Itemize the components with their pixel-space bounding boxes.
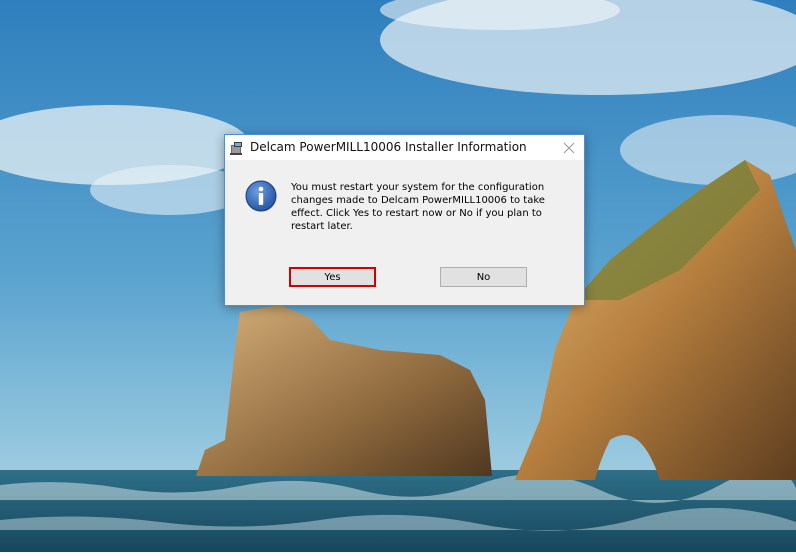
dialog-titlebar: Delcam PowerMILL10006 Installer Informat…: [225, 135, 584, 160]
close-button[interactable]: [554, 135, 584, 160]
yes-button[interactable]: Yes: [289, 267, 376, 287]
dialog-title: Delcam PowerMILL10006 Installer Informat…: [250, 140, 527, 154]
close-icon: [563, 142, 575, 153]
installer-dialog: Delcam PowerMILL10006 Installer Informat…: [224, 134, 585, 306]
dialog-message: You must restart your system for the con…: [291, 182, 545, 232]
installer-icon: [229, 140, 245, 156]
info-icon: [245, 180, 277, 212]
no-button[interactable]: No: [440, 267, 527, 287]
